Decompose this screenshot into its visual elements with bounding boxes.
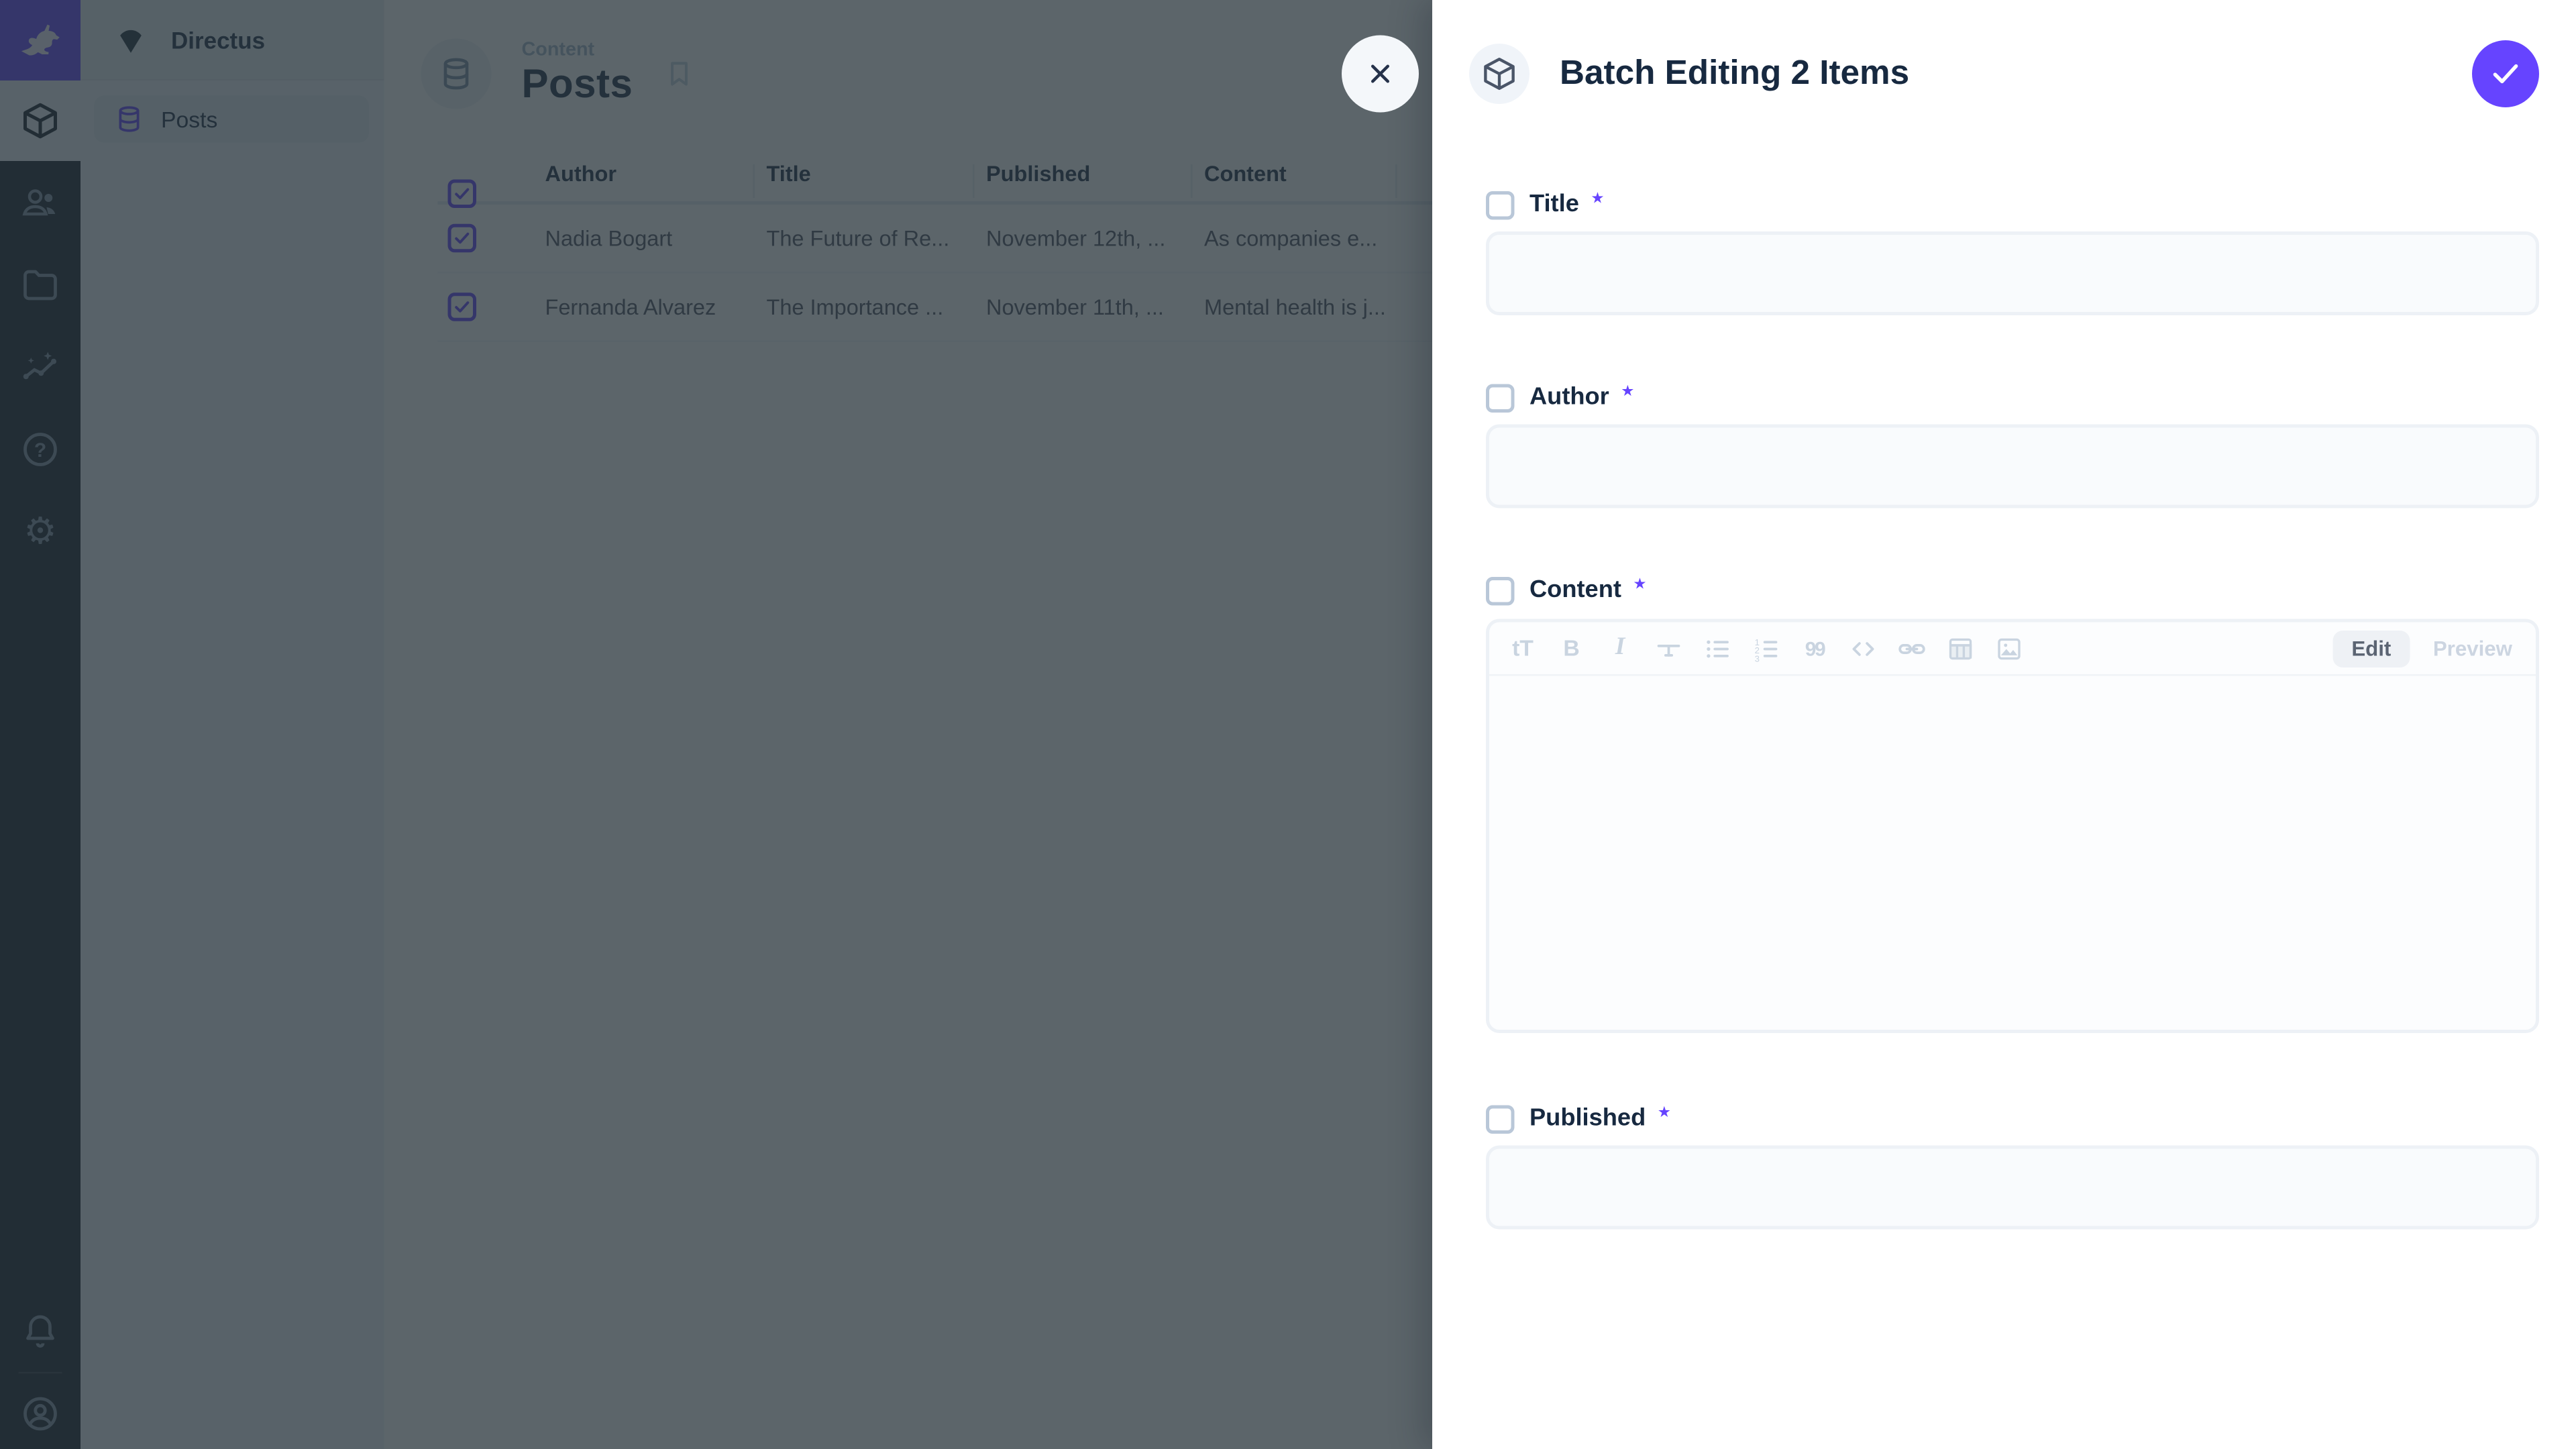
- field-title: Title ★: [1486, 188, 2539, 221]
- drawer-header-icon-circle: [1469, 44, 1529, 104]
- field-label: Title: [1529, 191, 1579, 218]
- strikethrough-icon[interactable]: [1652, 631, 1686, 665]
- field-content: Content ★: [1486, 574, 2539, 607]
- author-input[interactable]: [1486, 425, 2539, 508]
- required-icon: ★: [1658, 1104, 1671, 1122]
- field-label: Published: [1529, 1106, 1646, 1132]
- batch-field-checkbox[interactable]: [1486, 191, 1515, 219]
- heading-icon[interactable]: tT: [1506, 631, 1540, 665]
- field-label: Content: [1529, 577, 1621, 604]
- drawer-header: Batch Editing 2 Items: [1469, 44, 1909, 104]
- image-icon[interactable]: [1992, 631, 2026, 665]
- field-label: Author: [1529, 384, 1609, 411]
- code-icon[interactable]: [1847, 631, 1880, 665]
- published-input[interactable]: [1486, 1146, 2539, 1230]
- editor-tabs: Edit Preview: [2333, 630, 2519, 667]
- tab-preview[interactable]: Preview: [2426, 630, 2519, 667]
- field-published: Published ★: [1486, 1102, 2539, 1136]
- title-input[interactable]: [1486, 231, 2539, 315]
- svg-text:3: 3: [1755, 653, 1760, 663]
- batch-field-checkbox[interactable]: [1486, 576, 1515, 605]
- check-icon: [2489, 57, 2522, 91]
- link-icon[interactable]: [1895, 631, 1929, 665]
- required-icon: ★: [1621, 382, 1634, 401]
- field-author: Author ★: [1486, 381, 2539, 415]
- save-button[interactable]: [2472, 40, 2539, 107]
- batch-field-checkbox[interactable]: [1486, 1104, 1515, 1133]
- tab-edit[interactable]: Edit: [2333, 630, 2410, 667]
- markdown-toolbar: tT B I 123 99: [1489, 623, 2536, 676]
- batch-field-checkbox[interactable]: [1486, 383, 1515, 412]
- markdown-editor: tT B I 123 99: [1486, 619, 2539, 1034]
- numbered-list-icon[interactable]: 123: [1750, 631, 1783, 665]
- close-icon: [1365, 59, 1395, 89]
- box-icon: [1481, 56, 1518, 93]
- blockquote-icon[interactable]: 99: [1798, 631, 1831, 665]
- app: ? ⚙ Directus Post: [0, 0, 2576, 1449]
- required-icon: ★: [1633, 576, 1646, 594]
- required-icon: ★: [1591, 190, 1604, 209]
- table-icon[interactable]: [1944, 631, 1978, 665]
- italic-icon[interactable]: I: [1603, 631, 1637, 665]
- close-drawer-button[interactable]: [1342, 36, 1419, 113]
- bulleted-list-icon[interactable]: [1701, 631, 1734, 665]
- drawer-overlay[interactable]: [0, 0, 1432, 1449]
- bold-icon[interactable]: B: [1555, 631, 1589, 665]
- markdown-editor-body[interactable]: [1489, 676, 2536, 1034]
- drawer-title: Batch Editing 2 Items: [1560, 54, 1909, 94]
